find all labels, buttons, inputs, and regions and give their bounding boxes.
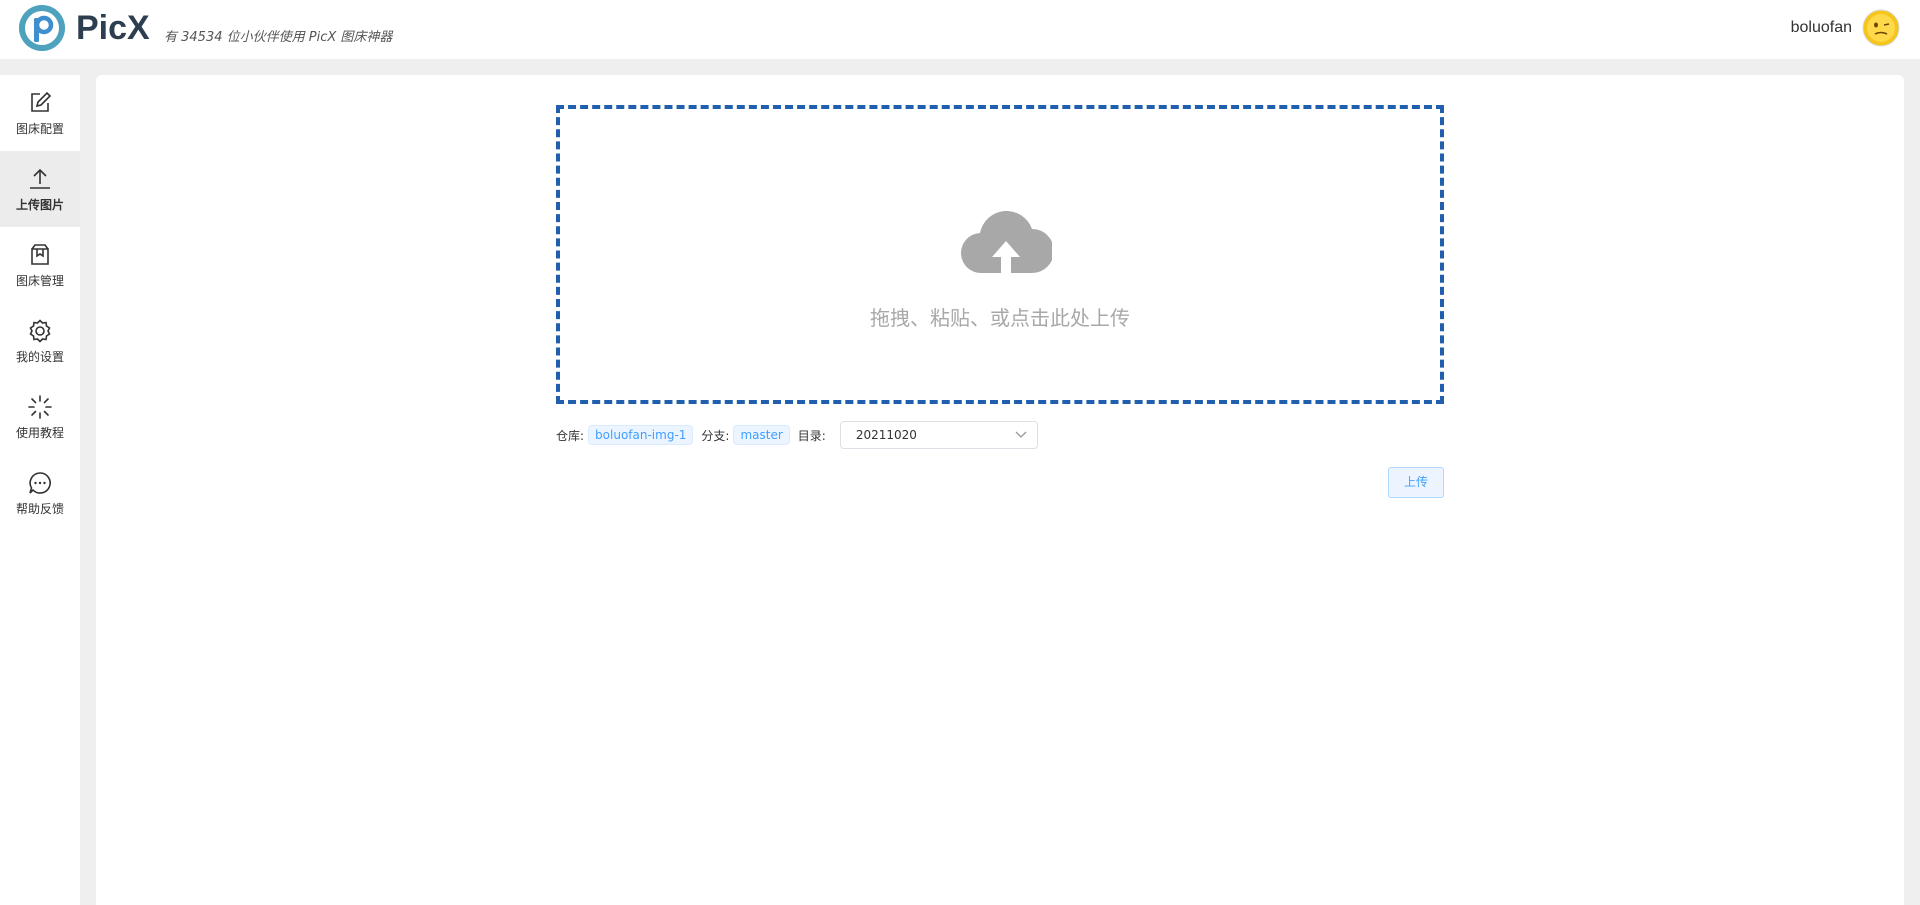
main-panel: 拖拽、粘贴、或点击此处上传 仓库: boluofan-img-1 分支: mas… (96, 75, 1904, 905)
sidebar-item-upload-image[interactable]: 上传图片 (0, 151, 80, 227)
directory-select-value: 20211020 (855, 428, 917, 442)
edit-icon (31, 91, 52, 112)
sidebar-item-label: 帮助反馈 (15, 502, 64, 516)
repo-tag: boluofan-img-1 (588, 425, 694, 445)
sidebar-item-label: 上传图片 (15, 198, 64, 212)
branch-tag: master (733, 425, 790, 445)
upload-target-info: 仓库: boluofan-img-1 分支: master 目录: 202110… (556, 421, 1038, 449)
cloud-upload-icon (960, 210, 1052, 275)
loading-icon (28, 395, 52, 419)
chevron-down-icon (1015, 431, 1027, 438)
sidebar-item-label: 图床管理 (15, 274, 64, 288)
sidebar-item-label: 图床配置 (15, 122, 64, 136)
package-icon (31, 244, 49, 265)
sidebar-item-my-settings[interactable]: 我的设置 (0, 303, 80, 379)
sidebar-item-image-host-management[interactable]: 图床管理 (0, 227, 80, 303)
avatar[interactable] (1862, 9, 1900, 47)
username[interactable]: boluofan (1791, 18, 1852, 38)
sidebar-item-label: 使用教程 (15, 426, 64, 440)
picx-logo-icon[interactable] (18, 4, 66, 52)
branch-label: 分支: (701, 428, 730, 443)
upload-icon (30, 168, 50, 189)
upload-button[interactable]: 上传 (1388, 467, 1444, 498)
sidebar-item-tutorial[interactable]: 使用教程 (0, 379, 80, 455)
sidebar-item-help-feedback[interactable]: 帮助反馈 (0, 455, 80, 531)
gear-icon (29, 319, 51, 343)
top-header: PicX 有 34534 位小伙伴使用 PicX 图床神器 boluofan (0, 0, 1920, 59)
chat-icon (29, 472, 51, 494)
slogan-text: 有 34534 位小伙伴使用 PicX 图床神器 (164, 30, 393, 45)
dropzone-hint-text: 拖拽、粘贴、或点击此处上传 (870, 306, 1130, 330)
upload-dropzone[interactable]: 拖拽、粘贴、或点击此处上传 (556, 105, 1444, 404)
app-title[interactable]: PicX (76, 4, 150, 52)
directory-label: 目录: (797, 428, 826, 443)
sidebar-item-image-host-config[interactable]: 图床配置 (0, 75, 80, 151)
sidebar-item-label: 我的设置 (15, 350, 64, 364)
repo-label: 仓库: (556, 428, 585, 443)
sidebar: 图床配置 上传图片 图床管理 我的设置 使用教程 帮助反馈 (0, 75, 80, 905)
directory-select[interactable]: 20211020 (839, 421, 1038, 449)
